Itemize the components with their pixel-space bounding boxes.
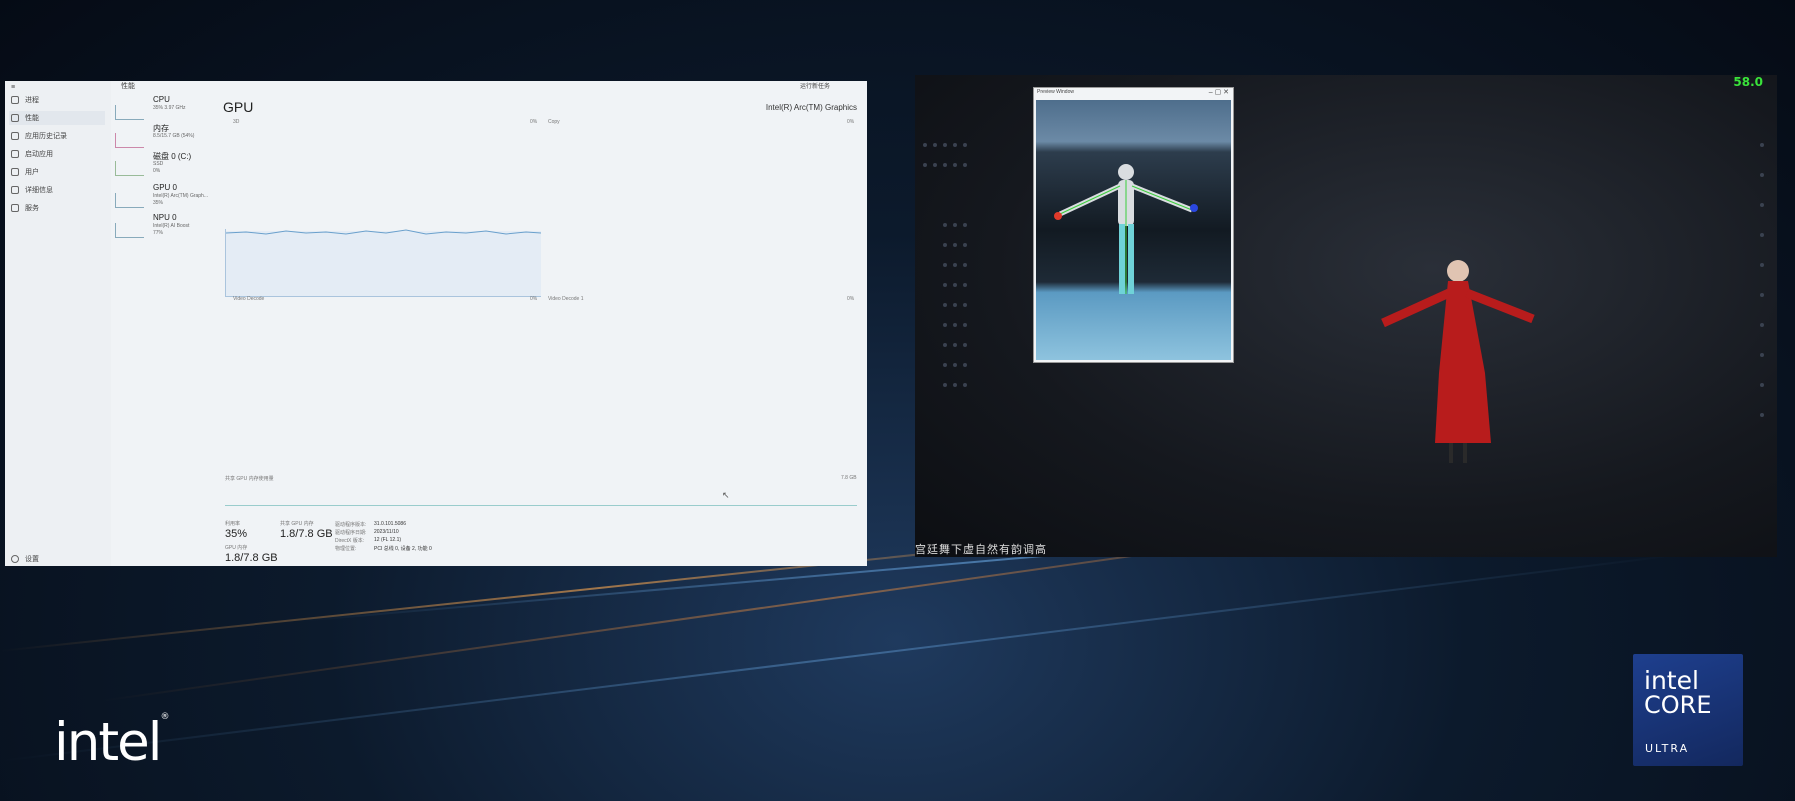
sparkline [115, 105, 144, 120]
graph-label-video-decode[interactable]: Video Decode [233, 296, 264, 302]
utilization-value: 35% [225, 528, 248, 540]
dot-pattern-decoration [1760, 143, 1764, 417]
graph-fill [226, 231, 541, 296]
task-manager-sidebar: ≡ 进程 性能 应用历史记录 启动应用 用户 详细信息 服务 设置 [5, 81, 111, 566]
gpu-3d-graph-line [225, 229, 542, 296]
perf-item-sub: Intel(R) Arc(TM) Graph... [153, 193, 209, 199]
sidebar-item-app-history[interactable]: 应用历史记录 [11, 131, 67, 141]
perf-item-sub: 35% 3.97 GHz [153, 105, 186, 111]
sidebar-item-processes[interactable]: 进程 [11, 95, 39, 105]
perf-item-disk[interactable]: 磁盘 0 (C:) SSD 0% [115, 151, 225, 177]
graph-pct-video-decode-1: 0% [847, 296, 855, 302]
perf-item-value: 77% [153, 230, 164, 236]
perf-item-sub: 8.5/15.7 GB (54%) [153, 133, 195, 139]
perf-item-value: 0% [153, 168, 161, 174]
gpu-model-name: Intel(R) Arc(TM) Graphics [765, 103, 857, 112]
intel-core-ultra-badge: intel CORE ULTRA [1633, 654, 1743, 766]
video-subtitle: 宫廷舞下虚自然有韵调高 [915, 543, 1047, 556]
sidebar-item-label: 服务 [25, 205, 39, 212]
graph-pct-3d: 0% [530, 119, 538, 125]
perf-item-cpu[interactable]: CPU 35% 3.97 GHz [115, 95, 225, 121]
sidebar-item-settings[interactable]: 设置 [11, 554, 39, 564]
location-value: PCI 总线 0, 设备 2, 功能 0 [374, 546, 432, 552]
camera-window-title: Preview Window [1037, 89, 1074, 95]
red-dress-avatar [1381, 260, 1535, 463]
rocket-icon [11, 150, 19, 158]
graph-label-3d[interactable]: 3D [233, 119, 239, 125]
intel-logo-text: intel [54, 712, 162, 773]
sidebar-item-label: 设置 [25, 556, 39, 563]
sidebar-item-performance[interactable]: 性能 [9, 111, 105, 125]
sidebar-item-details[interactable]: 详细信息 [11, 185, 53, 195]
perf-item-sub: Intel(R) AI Boost [153, 223, 190, 229]
driver-date-label: 驱动程序日期: [335, 530, 367, 536]
camera-feed-image [1036, 100, 1231, 360]
shared-gpu-memory-label: 共享 GPU 内存使用量 [225, 476, 274, 482]
perf-item-gpu[interactable]: GPU 0 Intel(R) Arc(TM) Graph... 35% [115, 183, 225, 209]
sidebar-item-label: 详细信息 [25, 187, 53, 194]
list-icon [11, 186, 19, 194]
shared-gpu-memory-max: 7.8 GB [841, 475, 857, 481]
sidebar-item-label: 用户 [25, 169, 39, 176]
driver-date-value: 2023/11/10 [374, 529, 399, 535]
directx-label: DirectX 版本: [335, 538, 365, 544]
dot-pattern-decoration [923, 143, 967, 387]
camera-preview-window: Preview Window – ▢ ✕ [1033, 87, 1234, 363]
gear-icon [11, 204, 19, 212]
utilization-label: 利用率 [225, 521, 241, 527]
perf-item-title: NPU 0 [153, 213, 177, 222]
registered-mark: ® [160, 712, 169, 722]
fps-counter: 58.0 [1733, 75, 1763, 89]
perf-item-title: CPU [153, 95, 170, 104]
section-header: 性能 [121, 83, 135, 90]
sparkline [115, 193, 144, 208]
sparkline [115, 133, 144, 148]
sidebar-item-label: 进程 [25, 97, 39, 104]
mouse-cursor-icon: ↖ [722, 490, 730, 500]
sidebar-item-label: 性能 [25, 115, 39, 122]
intel-logo: intel® [54, 712, 169, 773]
task-manager-window: ≡ 进程 性能 应用历史记录 启动应用 用户 详细信息 服务 设置 性能 运行新… [5, 81, 867, 566]
core-badge-core: CORE [1644, 691, 1712, 719]
location-label: 物理位置: [335, 546, 357, 552]
menu-icon[interactable]: ≡ [11, 84, 15, 91]
history-icon [11, 132, 19, 140]
graph-pct-copy: 0% [847, 119, 855, 125]
graph-pct-video-decode: 0% [530, 296, 538, 302]
perf-item-npu[interactable]: NPU 0 Intel(R) AI Boost 77% [115, 213, 225, 239]
shared-memory-bar [225, 505, 857, 506]
settings-gear-icon [11, 555, 19, 563]
gpu-memory-value: 1.8/7.8 GB [225, 552, 278, 564]
grid-icon [11, 96, 19, 104]
sparkline [115, 161, 144, 176]
sidebar-item-label: 应用历史记录 [25, 133, 67, 140]
driver-version-label: 驱动程序版本: [335, 522, 367, 528]
run-new-task-button[interactable]: 运行新任务 [800, 81, 830, 90]
pose-skeleton-figure [1054, 164, 1198, 294]
sidebar-item-services[interactable]: 服务 [11, 203, 39, 213]
directx-value: 12 (FL 12.1) [374, 537, 402, 543]
page-title: GPU [223, 99, 254, 115]
sparkline [115, 223, 144, 238]
shared-memory-label: 共享 GPU 内存 [280, 521, 314, 527]
sidebar-item-users[interactable]: 用户 [11, 167, 39, 177]
shared-memory-value: 1.8/7.8 GB [280, 528, 333, 540]
avatar-video-panel: 58.0 Preview Window – ▢ ✕ 宫廷舞下虚自然有韵调高 [915, 75, 1777, 557]
chart-icon [11, 114, 19, 122]
perf-item-memory[interactable]: 内存 8.5/15.7 GB (54%) [115, 123, 225, 149]
sidebar-item-label: 启动应用 [25, 151, 53, 158]
users-icon [11, 168, 19, 176]
sidebar-item-startup-apps[interactable]: 启动应用 [11, 149, 53, 159]
perf-item-title: GPU 0 [153, 183, 178, 192]
driver-version-value: 31.0.101.5086 [374, 521, 406, 527]
gpu-memory-label: GPU 内存 [225, 545, 248, 551]
core-badge-ultra: ULTRA [1645, 742, 1690, 755]
perf-item-value: 35% [153, 200, 164, 206]
bg-streak [0, 552, 1688, 762]
graph-label-video-decode-1[interactable]: Video Decode 1 [548, 296, 584, 302]
gpu-3d-graph [225, 229, 542, 297]
window-controls-icon[interactable]: – ▢ ✕ [1209, 88, 1229, 96]
perf-item-sub: SSD [153, 161, 164, 167]
graph-label-copy[interactable]: Copy [548, 119, 560, 125]
